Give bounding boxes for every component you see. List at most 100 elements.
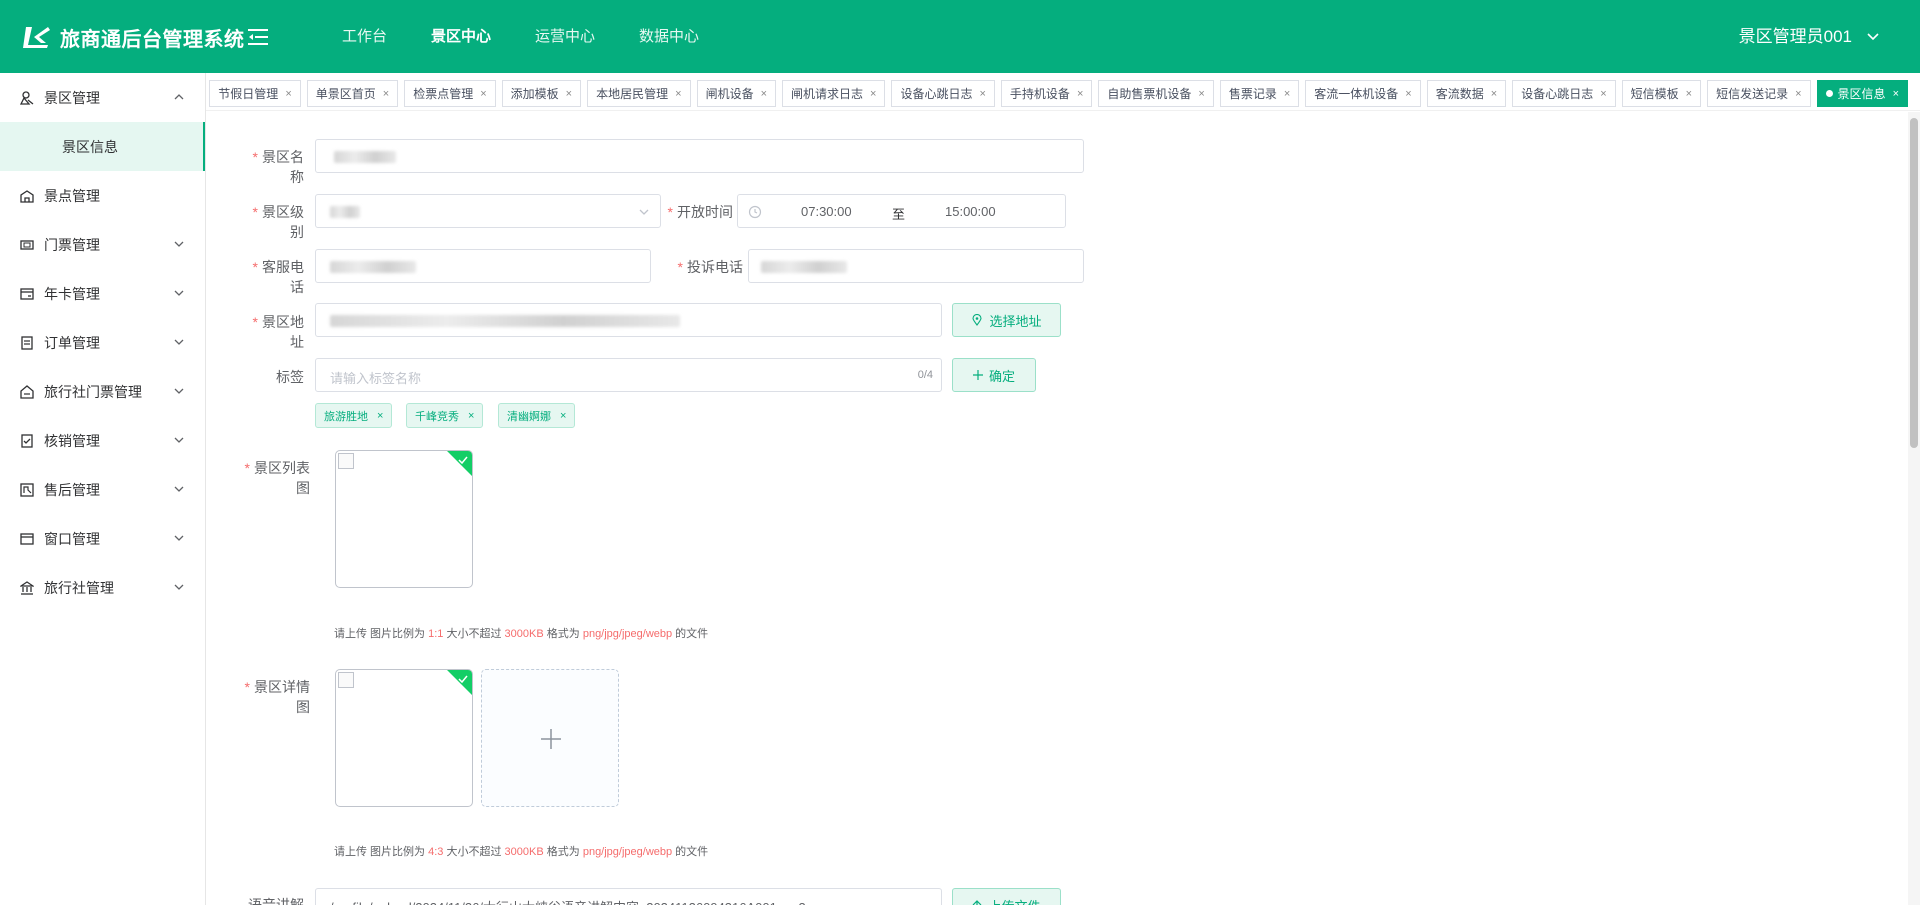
- tab[interactable]: 客流一体机设备 ×: [1305, 80, 1421, 107]
- tag-confirm-button[interactable]: 确定: [952, 358, 1036, 392]
- close-icon[interactable]: ×: [383, 88, 389, 100]
- close-icon[interactable]: ×: [560, 410, 566, 422]
- service-phone-label: * 客服电话: [252, 259, 304, 295]
- close-icon[interactable]: ×: [1686, 88, 1692, 100]
- nav-data-center[interactable]: 数据中心: [617, 0, 721, 73]
- service-phone-input[interactable]: [315, 249, 651, 283]
- complaint-phone-input[interactable]: [748, 249, 1084, 283]
- tab-label: 自助售票机设备: [1107, 87, 1192, 101]
- close-icon[interactable]: ×: [870, 88, 876, 100]
- chevron-down-icon: [174, 290, 184, 296]
- open-time-range-picker[interactable]: 07:30:00 至 15:00:00: [737, 194, 1066, 228]
- close-icon[interactable]: ×: [1077, 88, 1083, 100]
- tab-label: 售票记录: [1228, 87, 1277, 101]
- close-icon[interactable]: ×: [1405, 88, 1411, 100]
- add-detail-image-button[interactable]: [481, 669, 619, 807]
- close-icon[interactable]: ×: [1491, 88, 1497, 100]
- tab[interactable]: 节假日管理 ×: [209, 80, 301, 107]
- chevron-down-icon: [174, 241, 184, 247]
- scenic-info-form: * 景区名称 * 景区级别 * 开放时间 07:30:00 至 15:00:00 * 客…: [206, 112, 1920, 905]
- audio-path-input[interactable]: /profile/upload/2024/11/26/大行山大峡谷语音讲解内容_…: [315, 888, 942, 905]
- sidebar-item-label: 旅行社门票管理: [44, 383, 142, 400]
- nav-scenic-center[interactable]: 景区中心: [409, 0, 513, 73]
- tab-label: 节假日管理: [218, 87, 279, 101]
- chevron-down-icon: [1867, 32, 1879, 40]
- close-icon[interactable]: ×: [1198, 88, 1204, 100]
- sidebar-item-orders[interactable]: 订单管理: [0, 318, 205, 367]
- tab[interactable]: 检票点管理 ×: [404, 80, 496, 107]
- tab[interactable]: 客流数据 ×: [1426, 80, 1507, 107]
- sidebar-item-tickets[interactable]: 门票管理: [0, 220, 205, 269]
- active-dot-icon: [1825, 90, 1833, 97]
- sidebar-item-window[interactable]: 窗口管理: [0, 514, 205, 563]
- tab-active[interactable]: 景区信息 ×: [1816, 80, 1908, 107]
- scenic-level-select[interactable]: [315, 194, 661, 228]
- order-icon: [21, 335, 33, 350]
- close-icon[interactable]: ×: [1795, 88, 1801, 100]
- ticket-icon: [20, 239, 34, 250]
- select-address-button[interactable]: 选择地址: [952, 303, 1061, 337]
- list-image-card[interactable]: [335, 450, 473, 588]
- tab[interactable]: 本地居民管理 ×: [587, 80, 691, 107]
- close-icon[interactable]: ×: [285, 88, 291, 100]
- sidebar-item-annual-card[interactable]: 年卡管理: [0, 269, 205, 318]
- close-icon[interactable]: ×: [566, 88, 572, 100]
- detail-image-tip: 请上传 图片比例为 4:3 大小不超过 3000KB 格式为 png/jpg/j…: [334, 846, 709, 858]
- tab[interactable]: 添加模板 ×: [501, 80, 582, 107]
- sidebar-group-scenic[interactable]: 景区管理: [0, 73, 205, 122]
- close-icon[interactable]: ×: [1893, 88, 1899, 100]
- tab[interactable]: 设备心跳日志 ×: [891, 80, 995, 107]
- nav-operation-center[interactable]: 运营中心: [513, 0, 617, 73]
- detail-image-card[interactable]: [335, 669, 473, 807]
- tag-input[interactable]: 请输入标签名称 0/4: [315, 358, 942, 392]
- tab[interactable]: 闸机设备 ×: [696, 80, 777, 107]
- sidebar-item-spots[interactable]: 景点管理: [0, 171, 205, 220]
- tag-placeholder: 请输入标签名称: [330, 371, 422, 386]
- scrollbar-thumb[interactable]: [1910, 118, 1918, 448]
- complaint-phone-label: * 投诉电话: [677, 259, 743, 275]
- tab[interactable]: 手持机设备 ×: [1000, 80, 1093, 107]
- scenic-name-input[interactable]: [315, 139, 1084, 173]
- tab[interactable]: 短信发送记录 ×: [1707, 80, 1811, 107]
- tab[interactable]: 单景区首页 ×: [306, 80, 399, 107]
- logo-text: 旅商通后台管理系统: [60, 28, 245, 51]
- plus-icon: [541, 729, 561, 749]
- tab[interactable]: 售票记录 ×: [1219, 80, 1300, 107]
- close-icon[interactable]: ×: [468, 410, 474, 422]
- sidebar-item-after-sales[interactable]: 售后管理: [0, 465, 205, 514]
- audio-path-value: /profile/upload/2024/11/26/大行山大峡谷语音讲解内容_…: [330, 897, 806, 905]
- chevron-down-icon: [174, 535, 184, 541]
- sidebar-item-verification[interactable]: 核销管理: [0, 416, 205, 465]
- close-icon[interactable]: ×: [480, 88, 486, 100]
- user-menu[interactable]: 景区管理员001: [1739, 0, 1880, 73]
- close-icon[interactable]: ×: [1284, 88, 1290, 100]
- chevron-up-icon: [174, 94, 184, 100]
- tab-label: 短信模板: [1630, 87, 1679, 101]
- sidebar-item-agency-tickets[interactable]: 旅行社门票管理: [0, 367, 205, 416]
- chevron-down-icon: [174, 486, 184, 492]
- sidebar-group-label: 景区管理: [44, 89, 100, 106]
- close-icon[interactable]: ×: [1600, 88, 1606, 100]
- tab[interactable]: 闸机请求日志 ×: [782, 80, 886, 107]
- sidebar-item-label: 核销管理: [44, 432, 100, 449]
- tab-label: 设备心跳日志: [900, 87, 973, 101]
- close-icon[interactable]: ×: [675, 88, 681, 100]
- name-label: * 景区名称: [252, 149, 304, 185]
- close-icon[interactable]: ×: [979, 88, 985, 100]
- sidebar-item-agency[interactable]: 旅行社管理: [0, 563, 205, 612]
- nav-workbench[interactable]: 工作台: [320, 0, 409, 73]
- menu-fold-icon[interactable]: [248, 27, 270, 47]
- close-icon[interactable]: ×: [761, 88, 767, 100]
- tab[interactable]: 短信模板 ×: [1621, 80, 1702, 107]
- close-icon[interactable]: ×: [377, 410, 383, 422]
- upload-file-button[interactable]: 上传文件: [952, 888, 1061, 905]
- open-time-start[interactable]: 07:30:00: [801, 204, 852, 219]
- tab-label: 闸机设备: [705, 87, 754, 101]
- tab[interactable]: 设备心跳日志 ×: [1512, 80, 1616, 107]
- logo[interactable]: 旅商通后台管理系统: [22, 22, 245, 52]
- tab[interactable]: 自助售票机设备 ×: [1098, 80, 1214, 107]
- sidebar-item-scenic-info[interactable]: 景区信息: [0, 122, 205, 171]
- scenic-address-input[interactable]: [315, 303, 942, 337]
- logo-icon: [23, 27, 50, 48]
- open-time-end[interactable]: 15:00:00: [945, 204, 996, 219]
